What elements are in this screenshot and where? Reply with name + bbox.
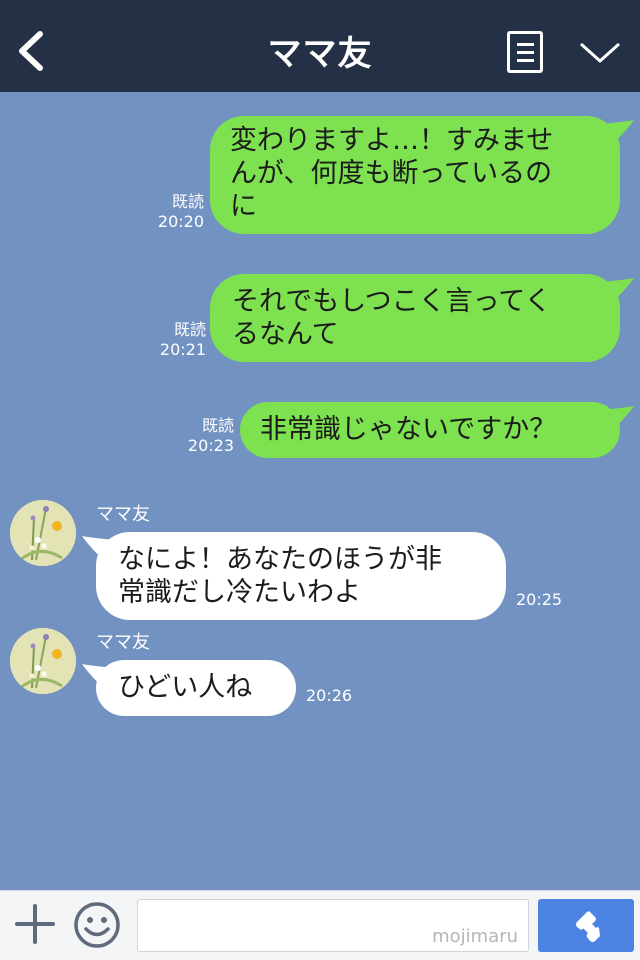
contact-avatar[interactable]	[10, 628, 76, 694]
read-status-3: 既読 20:23	[178, 416, 234, 456]
message-line: 非常識じゃないですか？	[260, 414, 557, 445]
message-time: 20:26	[306, 686, 353, 705]
message-input[interactable]: mojimaru	[137, 899, 529, 952]
read-status-1: 既読 20:20	[148, 192, 204, 232]
call-button[interactable]	[538, 899, 634, 952]
list-icon[interactable]	[507, 31, 543, 73]
sent-message-bubble[interactable]: それでもしつこく言ってく るなんて	[210, 274, 634, 362]
received-message-bubble[interactable]: ひどい人ね	[82, 660, 296, 716]
chat-header: ママ友	[0, 0, 640, 92]
message-line: それでもしつこく言ってく	[232, 286, 552, 317]
message-line: るなんて	[232, 319, 339, 350]
read-label: 既読	[173, 320, 206, 339]
bubble-tail	[600, 278, 634, 304]
received-message-bubble[interactable]: なによ！あなたのほうが非 常識だし冷たいわよ	[82, 532, 506, 620]
message-time: 20:23	[187, 436, 234, 455]
chat-title: ママ友	[267, 34, 373, 74]
message-line: に	[230, 191, 257, 222]
message-time: 20:21	[159, 340, 206, 359]
chevron-down-icon[interactable]	[578, 38, 622, 68]
message-time: 20:25	[516, 590, 563, 609]
read-label: 既読	[171, 192, 204, 211]
plus-icon[interactable]	[14, 903, 56, 945]
contact-avatar[interactable]	[10, 500, 76, 566]
message-composer: mojimaru	[0, 890, 640, 960]
bubble-tail	[82, 536, 116, 562]
watermark-text: mojimaru	[432, 926, 518, 947]
message-time: 20:20	[157, 212, 204, 231]
flower-icon	[10, 500, 76, 566]
phone-icon	[576, 911, 600, 942]
message-line: ひどい人ね	[118, 672, 253, 703]
read-label: 既読	[201, 416, 234, 435]
sent-message-bubble[interactable]: 非常識じゃないですか？	[240, 402, 634, 458]
sent-message-bubble[interactable]: 変わりますよ…！すみませ んが、何度も断っているの に	[210, 116, 634, 234]
smiley-icon[interactable]	[73, 901, 121, 949]
sender-name: ママ友	[96, 632, 150, 653]
message-line: 変わりますよ…！すみませ	[230, 125, 554, 156]
read-status-2: 既読 20:21	[150, 320, 206, 360]
message-list[interactable]: 既読 20:20 変わりますよ…！すみませ んが、何度も断っているの に 既読 …	[0, 92, 640, 890]
sender-name: ママ友	[96, 504, 150, 525]
message-line: なによ！あなたのほうが非	[118, 544, 442, 575]
flower-icon	[10, 628, 76, 694]
bubble-tail	[600, 120, 634, 146]
bubble-tail	[600, 406, 634, 432]
bubble-tail	[82, 664, 116, 690]
message-line: んが、何度も断っているの	[230, 158, 553, 189]
message-line: 常識だし冷たいわよ	[118, 577, 361, 608]
